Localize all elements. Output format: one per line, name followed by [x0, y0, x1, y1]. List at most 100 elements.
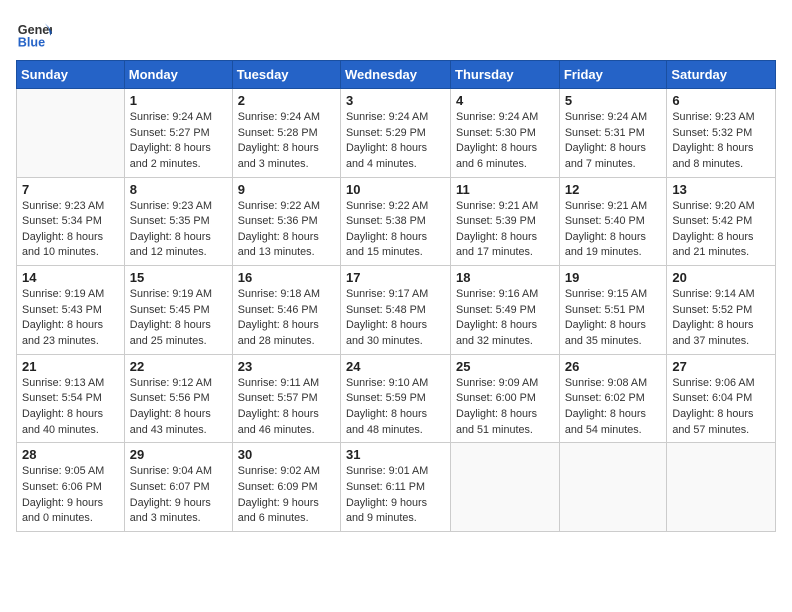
day-info: Sunrise: 9:23 AMSunset: 5:32 PMDaylight:… — [672, 110, 770, 173]
day-info: Sunrise: 9:24 AMSunset: 5:29 PMDaylight:… — [346, 110, 445, 173]
weekday-header-saturday: Saturday — [667, 61, 776, 89]
weekday-header-sunday: Sunday — [17, 61, 125, 89]
calendar-cell: 21Sunrise: 9:13 AMSunset: 5:54 PMDayligh… — [17, 354, 125, 443]
day-info: Sunrise: 9:02 AMSunset: 6:09 PMDaylight:… — [238, 464, 335, 527]
day-number: 11 — [456, 182, 554, 197]
day-info: Sunrise: 9:18 AMSunset: 5:46 PMDaylight:… — [238, 287, 335, 350]
day-number: 28 — [22, 447, 119, 462]
day-number: 26 — [565, 359, 662, 374]
logo: General Blue — [16, 16, 56, 52]
calendar-cell: 12 Sunrise: 9:21 AMSunset: 5:40 PMDayligh… — [559, 177, 667, 266]
calendar-cell: 4 Sunrise: 9:24 AMSunset: 5:30 PMDaylight… — [451, 89, 560, 178]
calendar-cell: 14 Sunrise: 9:19 AMSunset: 5:43 PMDayligh… — [17, 266, 125, 355]
day-number: 29 — [130, 447, 227, 462]
week-row-2: 7Sunrise: 9:23 AMSunset: 5:34 PMDaylight… — [17, 177, 776, 266]
calendar-cell: 5 Sunrise: 9:24 AMSunset: 5:31 PMDaylight… — [559, 89, 667, 178]
page-header: General Blue — [16, 16, 776, 52]
calendar-cell: 1 Sunrise: 9:24 AMSunset: 5:27 PMDaylight… — [124, 89, 232, 178]
calendar-cell: 18Sunrise: 9:16 AMSunset: 5:49 PMDayligh… — [451, 266, 560, 355]
calendar-header: SundayMondayTuesdayWednesdayThursdayFrid… — [17, 61, 776, 89]
day-info: Sunrise: 9:15 AMSunset: 5:51 PMDaylight:… — [565, 287, 662, 350]
calendar-cell — [667, 443, 776, 532]
weekday-header-wednesday: Wednesday — [340, 61, 450, 89]
day-number: 8 — [130, 182, 227, 197]
day-info: Sunrise: 9:19 AMSunset: 5:45 PMDaylight:… — [130, 287, 227, 350]
calendar-cell: 17 Sunrise: 9:17 AMSunset: 5:48 PMDayligh… — [340, 266, 450, 355]
day-number: 10 — [346, 182, 445, 197]
week-row-1: 1 Sunrise: 9:24 AMSunset: 5:27 PMDaylight… — [17, 89, 776, 178]
day-info: Sunrise: 9:17 AMSunset: 5:48 PMDaylight:… — [346, 287, 445, 350]
day-info: Sunrise: 9:13 AMSunset: 5:54 PMDaylight:… — [22, 376, 119, 439]
week-row-3: 14 Sunrise: 9:19 AMSunset: 5:43 PMDayligh… — [17, 266, 776, 355]
day-info: Sunrise: 9:01 AMSunset: 6:11 PMDaylight:… — [346, 464, 445, 527]
day-info: Sunrise: 9:11 AMSunset: 5:57 PMDaylight:… — [238, 376, 335, 439]
day-info: Sunrise: 9:21 AMSunset: 5:40 PMDaylight:… — [565, 199, 662, 262]
calendar-cell — [559, 443, 667, 532]
week-row-4: 21Sunrise: 9:13 AMSunset: 5:54 PMDayligh… — [17, 354, 776, 443]
day-info: Sunrise: 9:24 AMSunset: 5:31 PMDaylight:… — [565, 110, 662, 173]
day-info: Sunrise: 9:22 AMSunset: 5:36 PMDaylight:… — [238, 199, 335, 262]
day-number: 22 — [130, 359, 227, 374]
day-number: 3 — [346, 93, 445, 108]
calendar-cell — [451, 443, 560, 532]
day-number: 7 — [22, 182, 119, 197]
calendar-cell: 23Sunrise: 9:11 AMSunset: 5:57 PMDayligh… — [232, 354, 340, 443]
day-number: 19 — [565, 270, 662, 285]
day-number: 31 — [346, 447, 445, 462]
day-number: 15 — [130, 270, 227, 285]
calendar-cell: 13 Sunrise: 9:20 AMSunset: 5:42 PMDayligh… — [667, 177, 776, 266]
calendar-cell: 30 Sunrise: 9:02 AMSunset: 6:09 PMDayligh… — [232, 443, 340, 532]
day-number: 20 — [672, 270, 770, 285]
calendar-cell: 27 Sunrise: 9:06 AMSunset: 6:04 PMDayligh… — [667, 354, 776, 443]
day-number: 4 — [456, 93, 554, 108]
calendar-table: SundayMondayTuesdayWednesdayThursdayFrid… — [16, 60, 776, 532]
day-info: Sunrise: 9:22 AMSunset: 5:38 PMDaylight:… — [346, 199, 445, 262]
calendar-cell: 3 Sunrise: 9:24 AMSunset: 5:29 PMDaylight… — [340, 89, 450, 178]
day-number: 5 — [565, 93, 662, 108]
calendar-cell: 24Sunrise: 9:10 AMSunset: 5:59 PMDayligh… — [340, 354, 450, 443]
svg-text:Blue: Blue — [18, 36, 45, 50]
calendar-cell: 15 Sunrise: 9:19 AMSunset: 5:45 PMDayligh… — [124, 266, 232, 355]
day-info: Sunrise: 9:06 AMSunset: 6:04 PMDaylight:… — [672, 376, 770, 439]
calendar-cell: 25Sunrise: 9:09 AMSunset: 6:00 PMDayligh… — [451, 354, 560, 443]
day-number: 18 — [456, 270, 554, 285]
weekday-header-tuesday: Tuesday — [232, 61, 340, 89]
day-info: Sunrise: 9:24 AMSunset: 5:27 PMDaylight:… — [130, 110, 227, 173]
weekday-header-thursday: Thursday — [451, 61, 560, 89]
day-info: Sunrise: 9:21 AMSunset: 5:39 PMDaylight:… — [456, 199, 554, 262]
calendar-cell: 29 Sunrise: 9:04 AMSunset: 6:07 PMDayligh… — [124, 443, 232, 532]
day-info: Sunrise: 9:14 AMSunset: 5:52 PMDaylight:… — [672, 287, 770, 350]
day-number: 24 — [346, 359, 445, 374]
day-number: 9 — [238, 182, 335, 197]
calendar-cell: 16 Sunrise: 9:18 AMSunset: 5:46 PMDayligh… — [232, 266, 340, 355]
day-number: 6 — [672, 93, 770, 108]
week-row-5: 28Sunrise: 9:05 AMSunset: 6:06 PMDayligh… — [17, 443, 776, 532]
calendar-cell: 8 Sunrise: 9:23 AMSunset: 5:35 PMDaylight… — [124, 177, 232, 266]
weekday-header-friday: Friday — [559, 61, 667, 89]
day-number: 12 — [565, 182, 662, 197]
day-info: Sunrise: 9:24 AMSunset: 5:30 PMDaylight:… — [456, 110, 554, 173]
logo-icon: General Blue — [16, 16, 52, 52]
day-number: 14 — [22, 270, 119, 285]
calendar-cell: 11 Sunrise: 9:21 AMSunset: 5:39 PMDayligh… — [451, 177, 560, 266]
day-number: 16 — [238, 270, 335, 285]
day-number: 17 — [346, 270, 445, 285]
day-number: 13 — [672, 182, 770, 197]
day-info: Sunrise: 9:04 AMSunset: 6:07 PMDaylight:… — [130, 464, 227, 527]
day-info: Sunrise: 9:19 AMSunset: 5:43 PMDaylight:… — [22, 287, 119, 350]
day-number: 1 — [130, 93, 227, 108]
calendar-cell: 6 Sunrise: 9:23 AMSunset: 5:32 PMDaylight… — [667, 89, 776, 178]
calendar-cell: 7Sunrise: 9:23 AMSunset: 5:34 PMDaylight… — [17, 177, 125, 266]
day-number: 30 — [238, 447, 335, 462]
day-number: 2 — [238, 93, 335, 108]
calendar-cell: 20 Sunrise: 9:14 AMSunset: 5:52 PMDayligh… — [667, 266, 776, 355]
day-info: Sunrise: 9:20 AMSunset: 5:42 PMDaylight:… — [672, 199, 770, 262]
calendar-cell: 19 Sunrise: 9:15 AMSunset: 5:51 PMDayligh… — [559, 266, 667, 355]
calendar-cell — [17, 89, 125, 178]
calendar-cell: 2Sunrise: 9:24 AMSunset: 5:28 PMDaylight… — [232, 89, 340, 178]
day-info: Sunrise: 9:23 AMSunset: 5:35 PMDaylight:… — [130, 199, 227, 262]
weekday-header-monday: Monday — [124, 61, 232, 89]
calendar-cell: 9 Sunrise: 9:22 AMSunset: 5:36 PMDaylight… — [232, 177, 340, 266]
calendar-cell: 10 Sunrise: 9:22 AMSunset: 5:38 PMDayligh… — [340, 177, 450, 266]
day-number: 27 — [672, 359, 770, 374]
